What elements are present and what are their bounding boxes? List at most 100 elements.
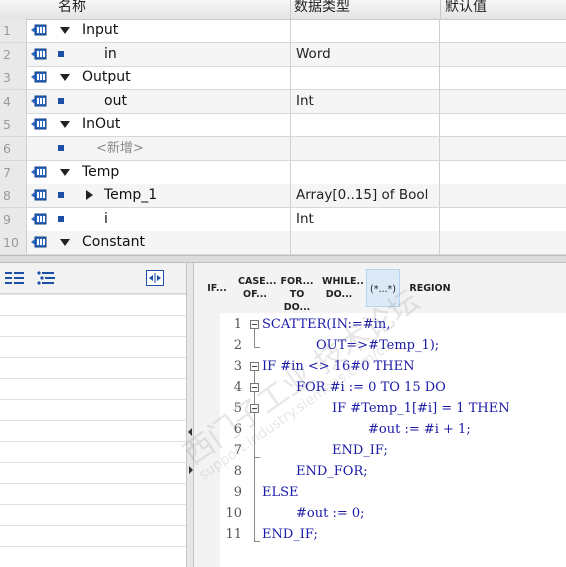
scl-editor-pane: IF... CASE... OF... FOR... TO DO... WHILE.… — [177, 263, 566, 567]
row-number: 3 — [0, 66, 27, 90]
line-number: 9 — [233, 485, 242, 500]
table-row[interactable]: 7 Temp — [0, 160, 566, 185]
row-name[interactable]: Temp_1 — [104, 184, 157, 207]
horizontal-splitter[interactable] — [0, 255, 566, 263]
code-line[interactable]: END_IF; — [332, 443, 388, 458]
kw-case-label: CASE... — [238, 276, 277, 287]
table-row[interactable]: 2 in Word — [0, 42, 566, 67]
left-toolbar — [0, 263, 186, 294]
row-number: 7 — [0, 160, 27, 184]
line-number: 1 — [233, 317, 242, 332]
row-data-type[interactable] — [290, 160, 440, 184]
code-line[interactable]: IF #in <> 16#0 THEN — [262, 359, 414, 374]
row-name[interactable]: i — [104, 208, 108, 231]
row-number: 5 — [0, 113, 27, 137]
table-row[interactable]: 3 Output — [0, 66, 566, 91]
fold-toggle-5[interactable] — [250, 404, 259, 413]
left-pane-row — [0, 294, 186, 295]
interface-section-icon — [31, 189, 47, 201]
indent-icon[interactable] — [5, 271, 25, 285]
kw-comment-button[interactable]: (*...*) — [366, 269, 400, 307]
interface-section-icon — [31, 166, 47, 178]
collapse-right-icon[interactable] — [189, 466, 193, 474]
kw-case-button[interactable]: CASE... OF... — [238, 269, 277, 307]
row-number: 10 — [0, 231, 27, 255]
code-line[interactable]: END_IF; — [262, 527, 318, 542]
left-pane-row — [0, 315, 186, 316]
header-name[interactable]: 名称 — [58, 0, 86, 16]
kw-region-button[interactable]: REGION — [408, 269, 452, 307]
row-name[interactable]: Constant — [82, 231, 145, 254]
table-row[interactable]: 1 Input — [0, 19, 566, 43]
code-line[interactable]: END_FOR; — [296, 464, 368, 479]
row-data-type[interactable]: Int — [290, 89, 440, 113]
row-name[interactable]: Temp — [82, 161, 119, 184]
line-number: 8 — [233, 464, 242, 479]
row-number: 8 — [0, 184, 27, 208]
row-number: 4 — [0, 89, 27, 113]
row-data-type[interactable] — [290, 231, 440, 255]
row-number: 6 — [0, 137, 27, 160]
code-line[interactable]: #out := #i + 1; — [368, 422, 471, 437]
left-pane-row — [0, 441, 186, 442]
table-row[interactable]: 10 Constant — [0, 231, 566, 256]
table-row[interactable]: 6 <新增> — [0, 137, 566, 161]
header-default-value[interactable]: 默认值 — [445, 0, 487, 16]
collapse-left-icon[interactable] — [188, 428, 192, 436]
line-number: 7 — [233, 443, 242, 458]
fold-toggle-4[interactable] — [250, 383, 259, 392]
collapse-triangle-icon[interactable] — [60, 27, 70, 34]
row-name[interactable]: out — [104, 90, 127, 113]
outdent-icon[interactable] — [37, 271, 57, 285]
left-pane-row — [0, 399, 186, 400]
collapse-triangle-icon[interactable] — [60, 239, 70, 247]
row-data-type[interactable] — [290, 113, 440, 137]
collapse-triangle-icon[interactable] — [60, 121, 70, 129]
row-data-type[interactable] — [290, 66, 440, 90]
fold-toggle-1[interactable] — [250, 320, 259, 329]
expand-triangle-icon[interactable] — [86, 190, 93, 201]
fold-toggle-3[interactable] — [250, 362, 259, 371]
kw-while-button[interactable]: WHILE.. DO... — [322, 269, 364, 307]
row-name[interactable]: Output — [82, 66, 131, 89]
row-data-type[interactable] — [290, 19, 440, 42]
expand-icon[interactable] — [146, 270, 164, 286]
code-line[interactable]: SCATTER(IN:=#in, — [262, 317, 390, 332]
line-number: 11 — [225, 527, 242, 542]
table-row[interactable]: 9 i Int — [0, 207, 566, 232]
row-name[interactable]: in — [104, 43, 117, 66]
table-row[interactable]: 8 Temp_1 Array[0..15] of Bool — [0, 184, 566, 209]
kw-for-button[interactable]: FOR... TO DO... — [280, 269, 314, 313]
row-data-type[interactable] — [290, 137, 440, 160]
kw-for-label2: TO DO... — [283, 289, 311, 313]
row-data-type[interactable]: Word — [290, 42, 440, 66]
collapse-triangle-icon[interactable] — [60, 74, 70, 82]
left-pane-row — [0, 462, 186, 463]
code-line[interactable]: FOR #i := 0 TO 15 DO — [296, 380, 446, 395]
row-number: 9 — [0, 207, 27, 231]
code-editor[interactable]: 1 SCATTER(IN:=#in, 2 OUT=>#Temp_1); 3 IF #in … — [177, 283, 566, 567]
row-name[interactable]: Input — [82, 19, 118, 42]
table-row[interactable]: 4 out Int — [0, 89, 566, 114]
code-line[interactable]: ELSE — [262, 485, 299, 500]
kw-while-label: WHILE.. — [322, 276, 364, 287]
kw-if-button[interactable]: IF... — [200, 269, 234, 307]
collapse-triangle-icon[interactable] — [60, 168, 70, 176]
row-data-type[interactable]: Array[0..15] of Bool — [290, 184, 440, 208]
interface-section-icon — [31, 213, 47, 225]
row-name[interactable]: InOut — [82, 113, 120, 136]
left-pane-row — [0, 546, 186, 547]
left-pane-row — [0, 378, 186, 379]
row-data-type[interactable]: Int — [290, 207, 440, 231]
table-row[interactable]: 5 InOut — [0, 113, 566, 138]
code-line[interactable]: IF #Temp_1[#i] = 1 THEN — [332, 401, 510, 416]
header-data-type[interactable]: 数据类型 — [294, 0, 350, 16]
row-name[interactable]: <新增> — [96, 137, 144, 160]
line-number: 3 — [233, 359, 242, 374]
interface-section-icon — [31, 95, 47, 107]
interface-section-icon — [31, 71, 47, 83]
code-line[interactable]: OUT=>#Temp_1); — [316, 338, 439, 353]
row-number: 2 — [0, 42, 27, 66]
vertical-splitter[interactable] — [186, 263, 194, 567]
code-line[interactable]: #out := 0; — [296, 506, 365, 521]
